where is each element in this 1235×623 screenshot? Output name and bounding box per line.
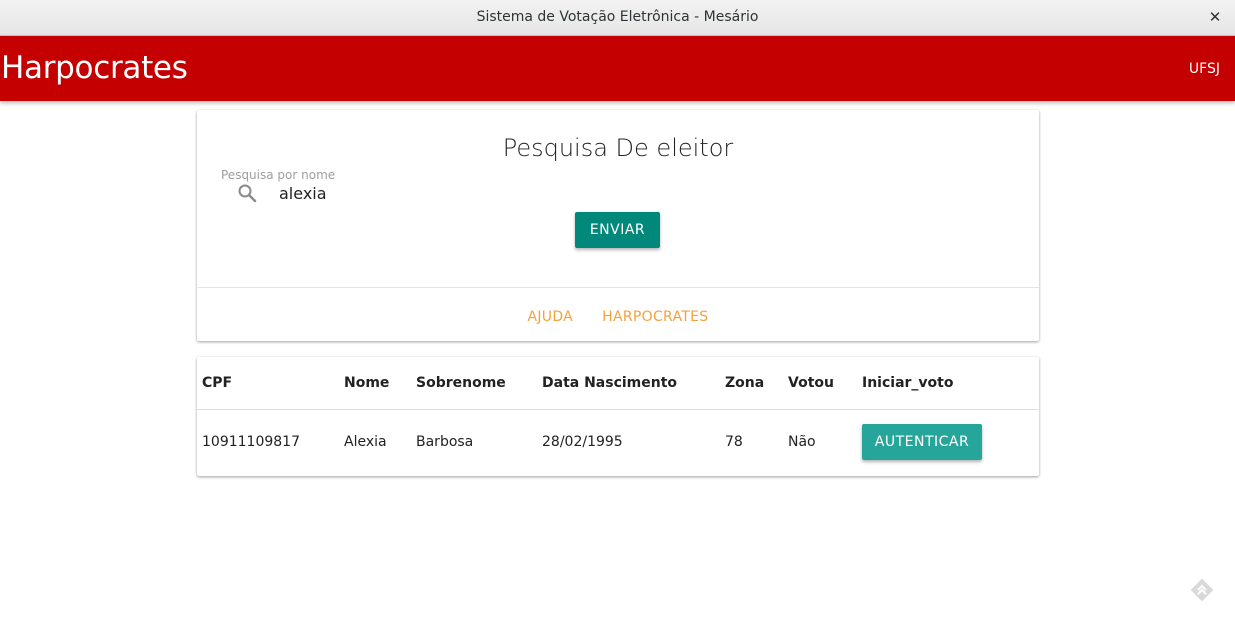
cell-sobrenome: Barbosa xyxy=(416,434,474,451)
feedback-icon[interactable] xyxy=(1189,577,1215,603)
cell-cpf: 10911109817 xyxy=(202,434,300,451)
search-field-label: Pesquisa por nome xyxy=(221,168,336,182)
window-titlebar: Sistema de Votação Eletrônica - Mesário … xyxy=(0,0,1235,36)
cell-zona: 78 xyxy=(725,434,743,451)
column-header-zona: Zona xyxy=(720,357,783,410)
column-header-votou: Votou xyxy=(783,357,857,410)
search-input[interactable] xyxy=(279,182,429,204)
harpocrates-link[interactable]: HARPOCRATES xyxy=(602,309,708,325)
results-card: CPF Nome Sobrenome Data Nascimento Zona … xyxy=(197,357,1039,476)
table-row: 10911109817 Alexia Barbosa 28/02/1995 78… xyxy=(197,409,1039,475)
column-header-iniciar-voto: Iniciar_voto xyxy=(857,357,1039,410)
search-card: Pesquisa De eleitor Pesquisa por nome EN… xyxy=(197,110,1039,341)
window-title: Sistema de Votação Eletrônica - Mesário xyxy=(476,9,759,25)
authenticate-button[interactable]: AUTENTICAR xyxy=(862,424,982,461)
results-table: CPF Nome Sobrenome Data Nascimento Zona … xyxy=(197,357,1039,475)
column-header-nome: Nome xyxy=(339,357,411,410)
search-icon xyxy=(237,183,257,203)
help-link[interactable]: AJUDA xyxy=(528,309,574,325)
cell-nome: Alexia xyxy=(344,434,387,451)
column-header-sobrenome: Sobrenome xyxy=(411,357,537,410)
column-header-data-nascimento: Data Nascimento xyxy=(537,357,720,410)
submit-button[interactable]: ENVIAR xyxy=(575,212,660,248)
card-actions: AJUDA HARPOCRATES xyxy=(197,306,1039,325)
brand-logo[interactable]: Harpocrates xyxy=(1,50,188,86)
column-header-cpf: CPF xyxy=(197,357,339,410)
app-bar: Harpocrates UFSJ xyxy=(0,36,1235,101)
cell-data-nascimento: 28/02/1995 xyxy=(542,434,623,451)
cell-votou: Não xyxy=(788,434,816,451)
nav-link-ufsj[interactable]: UFSJ xyxy=(1189,61,1220,77)
app-window: Sistema de Votação Eletrônica - Mesário … xyxy=(0,0,1235,623)
cell-action: AUTENTICAR xyxy=(857,409,1039,475)
close-icon[interactable]: ✕ xyxy=(1207,8,1223,26)
search-card-title: Pesquisa De eleitor xyxy=(502,134,734,162)
card-divider xyxy=(197,287,1039,288)
table-header-row: CPF Nome Sobrenome Data Nascimento Zona … xyxy=(197,357,1039,410)
